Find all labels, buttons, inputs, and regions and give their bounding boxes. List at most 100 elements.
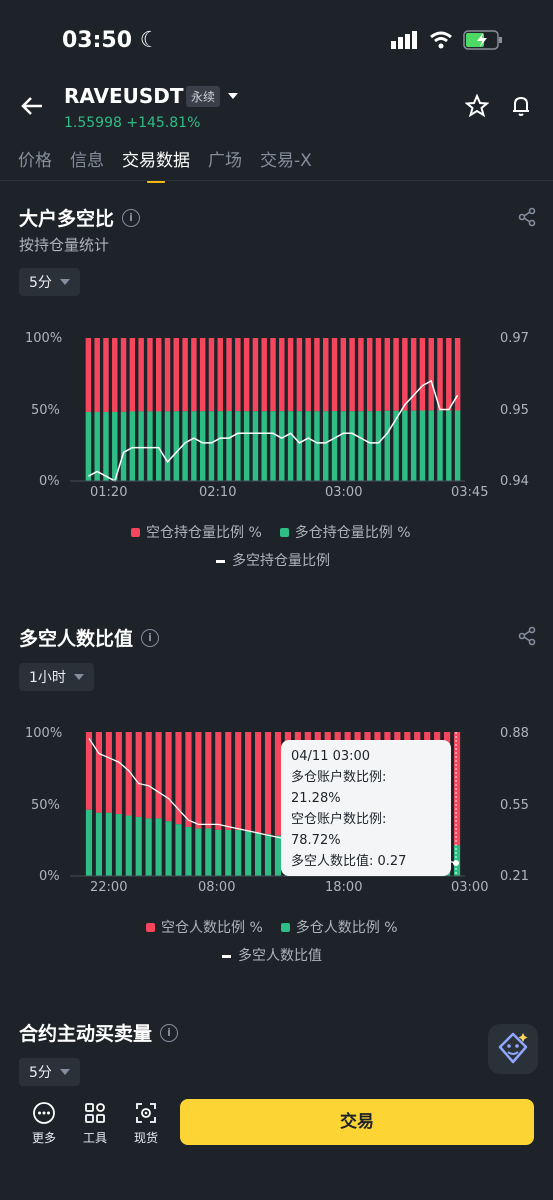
short-bar [182, 338, 188, 412]
short-bar [393, 338, 399, 411]
legend-label: 多空持仓量比例 [232, 553, 330, 569]
tooltip-long-value: 21.28% [291, 791, 341, 806]
short-bar [358, 338, 364, 412]
legend-long[interactable]: 多仓人数比例 % [280, 917, 398, 937]
short-bar [191, 338, 197, 412]
long-bar [205, 828, 212, 876]
long-bar [366, 411, 373, 481]
long-bar [243, 411, 250, 481]
trade-button[interactable]: 交易 [180, 1099, 534, 1145]
short-bar [419, 338, 426, 411]
short-bar [279, 338, 285, 412]
x-tick: 08:00 [198, 880, 235, 895]
long-bar [105, 812, 112, 876]
long-bar [217, 411, 223, 481]
chart2-legend-ratio[interactable]: 多空人数比值 [222, 945, 322, 965]
short-bar [145, 732, 152, 819]
legend-line [222, 954, 231, 958]
long-bar [323, 411, 329, 481]
info-icon[interactable]: i [122, 208, 141, 227]
long-bar [215, 829, 222, 876]
short-bar [340, 338, 347, 412]
interval-label: 5分 [29, 1065, 52, 1081]
legend-label: 空仓持仓量比例 % [146, 525, 262, 541]
long-bar [165, 821, 172, 876]
price-change: 1.55998 +145.81% [64, 115, 201, 131]
spot-button[interactable]: 现货 [126, 1101, 166, 1146]
interval-label: 5分 [29, 275, 52, 291]
long-bar [384, 410, 391, 481]
interval-selector[interactable]: 1小时 [19, 663, 94, 691]
long-bar [264, 834, 272, 876]
legend-swatch [131, 528, 140, 537]
long-bar [305, 411, 311, 481]
chart-account-ratio: 100% 50% 0% 0.88 0.55 0.21 [25, 726, 529, 884]
tab-price[interactable]: 价格 [18, 146, 52, 183]
interval-selector[interactable]: 5分 [19, 268, 80, 296]
wifi-icon [430, 31, 452, 49]
crosshair-point [453, 860, 459, 866]
y-tick-left: 50% [31, 403, 60, 418]
short-bar [85, 732, 93, 810]
long-bar [296, 411, 303, 481]
long-bar [185, 827, 192, 876]
legend-label: 多仓持仓量比例 % [294, 525, 411, 541]
interval-selector[interactable]: 5分 [19, 1058, 80, 1086]
share-icon[interactable] [517, 626, 537, 646]
legend-short[interactable]: 空仓人数比例 % [146, 917, 263, 937]
short-bar [305, 338, 311, 412]
tools-button[interactable]: 工具 [75, 1101, 115, 1146]
tab-square[interactable]: 广场 [208, 146, 242, 183]
info-icon[interactable]: i [160, 1023, 179, 1042]
short-bar [384, 338, 391, 411]
star-icon[interactable] [465, 94, 489, 118]
long-bar [349, 411, 355, 481]
long-bar [129, 411, 136, 481]
short-bar [252, 338, 259, 412]
short-bar [208, 338, 215, 412]
y-tick-right: 0.97 [500, 331, 529, 346]
bell-icon[interactable] [509, 94, 533, 118]
symbol-title[interactable]: RAVEUSDT [64, 84, 184, 108]
legend-short[interactable]: 空仓持仓量比例 % [131, 522, 262, 542]
long-bar [120, 411, 127, 481]
short-bar [446, 338, 452, 411]
long-bar [437, 410, 443, 481]
tools-label: 工具 [82, 1131, 107, 1145]
chart-tooltip: 04/11 03:00 多仓账户数比例: 21.28% 空仓账户数比例: 78.… [281, 740, 451, 876]
tooltip-ratio: 多空人数比值: 0.27 [291, 854, 407, 869]
more-button[interactable]: 更多 [24, 1101, 64, 1146]
x-tick: 02:10 [199, 485, 236, 500]
short-bar [129, 338, 136, 412]
tab-trading-data[interactable]: 交易数据 [122, 146, 190, 183]
long-bar [270, 411, 276, 481]
chart1-legend-ratio[interactable]: 多空持仓量比例 [216, 550, 330, 570]
long-bar [147, 411, 153, 481]
tab-bar: 价格 信息 交易数据 广场 交易-X [18, 146, 330, 183]
section2-title: 多空人数比值 [19, 628, 134, 650]
tab-info[interactable]: 信息 [70, 146, 104, 183]
back-arrow-icon[interactable] [18, 92, 46, 120]
short-bar [195, 732, 202, 829]
short-bar [135, 732, 142, 817]
caret-down-icon[interactable] [227, 90, 239, 102]
short-bar [235, 732, 242, 830]
long-bar [287, 411, 294, 481]
short-bar [331, 338, 338, 412]
short-bar [217, 338, 223, 412]
long-bar [245, 831, 252, 876]
tab-trade-x[interactable]: 交易-X [260, 146, 312, 183]
short-bar [366, 338, 373, 412]
ai-assistant-button[interactable] [488, 1024, 538, 1074]
long-bar [226, 411, 232, 481]
long-bar [135, 816, 142, 876]
info-icon[interactable]: i [141, 628, 160, 647]
status-icons [391, 30, 503, 50]
short-bar [453, 732, 461, 846]
short-bar [95, 732, 103, 813]
more-label: 更多 [31, 1131, 56, 1145]
legend-long[interactable]: 多仓持仓量比例 % [279, 522, 411, 542]
share-icon[interactable] [517, 207, 537, 227]
long-bar [331, 411, 338, 481]
long-bar [261, 411, 267, 481]
